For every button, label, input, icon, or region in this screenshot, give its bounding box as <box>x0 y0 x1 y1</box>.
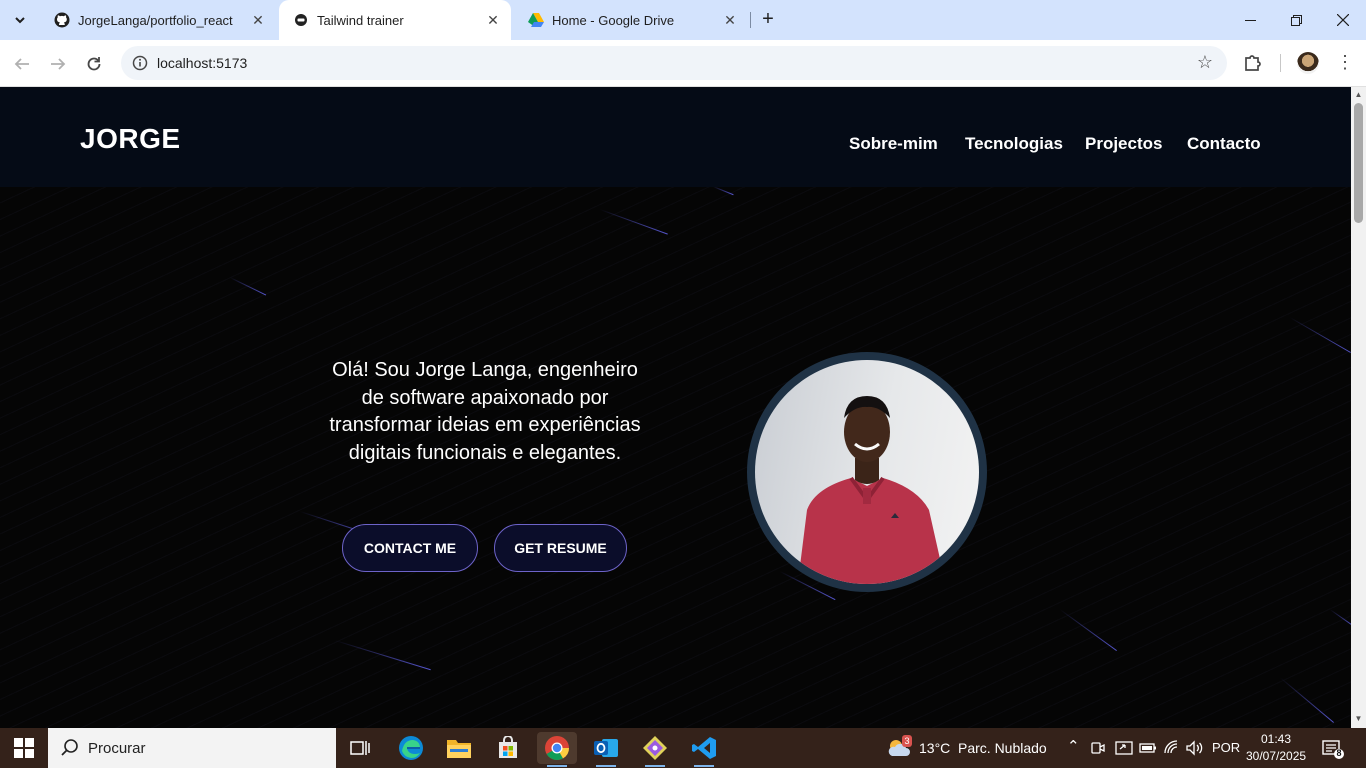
arrow-right-icon <box>51 58 66 70</box>
tab-github[interactable]: JorgeLanga/portfolio_react ✕ <box>40 0 276 40</box>
minimize-button[interactable] <box>1227 0 1273 40</box>
scroll-up-arrow-icon[interactable]: ▲ <box>1354 91 1363 99</box>
weather-temperature[interactable]: 13°C <box>919 740 950 756</box>
close-window-button[interactable] <box>1320 0 1366 40</box>
arrow-left-icon <box>14 58 29 70</box>
task-view-icon[interactable] <box>340 732 380 764</box>
tab-google-drive[interactable]: Home - Google Drive ✕ <box>514 0 748 40</box>
close-icon[interactable]: ✕ <box>483 10 503 30</box>
close-icon <box>1337 14 1349 26</box>
search-placeholder: Procurar <box>88 739 146 757</box>
reload-button[interactable] <box>80 50 108 78</box>
profile-photo <box>755 360 979 584</box>
scrollbar-thumb[interactable] <box>1354 103 1363 223</box>
vscode-icon[interactable] <box>684 732 724 767</box>
weather-description[interactable]: Parc. Nublado <box>958 740 1047 756</box>
taskbar-clock[interactable]: 01:43 30/07/2025 <box>1246 731 1306 765</box>
search-icon <box>61 739 78 756</box>
volume-icon[interactable] <box>1186 740 1204 756</box>
toolbar-separator <box>1280 54 1281 72</box>
new-tab-button[interactable]: + <box>758 9 778 30</box>
nav-link-projectos[interactable]: Projectos <box>1085 134 1162 154</box>
chevron-up-icon[interactable]: ⌃ <box>1067 737 1080 755</box>
git-icon[interactable] <box>635 732 675 767</box>
extensions-icon[interactable] <box>1242 50 1266 74</box>
site-favicon <box>293 12 309 28</box>
site-logo[interactable]: JORGE <box>80 123 181 155</box>
reload-icon <box>87 57 101 71</box>
contact-me-button[interactable]: CONTACT ME <box>342 524 478 572</box>
page-scrollbar[interactable]: ▲ ▼ <box>1351 87 1366 728</box>
more-menu-icon[interactable]: ⋮ <box>1336 50 1354 76</box>
restore-icon <box>1290 14 1302 26</box>
address-bar[interactable]: localhost:5173 ☆ <box>121 46 1227 80</box>
tab-title: JorgeLanga/portfolio_react <box>78 12 233 28</box>
tab-tailwind-trainer[interactable]: Tailwind trainer ✕ <box>279 0 511 40</box>
nav-link-contacto[interactable]: Contacto <box>1187 134 1261 154</box>
screen-share-icon[interactable] <box>1115 740 1133 756</box>
site-info-icon[interactable] <box>129 52 151 74</box>
windows-taskbar: Procurar 3 13°C Parc. Nublado ⌃ POR 01:4… <box>0 728 1366 768</box>
back-button[interactable] <box>8 50 36 78</box>
scroll-down-arrow-icon[interactable]: ▼ <box>1354 715 1363 723</box>
store-icon[interactable] <box>488 732 528 764</box>
minimize-icon <box>1244 19 1256 21</box>
notification-count: 8 <box>1336 748 1342 758</box>
nav-link-tecnologias[interactable]: Tecnologias <box>965 134 1063 154</box>
file-explorer-icon[interactable] <box>439 732 479 764</box>
google-drive-icon <box>528 12 544 28</box>
github-icon <box>54 12 70 28</box>
browser-toolbar: localhost:5173 ☆ <box>0 40 1366 87</box>
tab-title: Home - Google Drive <box>552 12 675 28</box>
battery-icon[interactable] <box>1139 741 1157 755</box>
close-icon[interactable]: ✕ <box>248 10 268 30</box>
tab-title: Tailwind trainer <box>317 12 404 28</box>
url-text[interactable]: localhost:5173 <box>157 55 247 71</box>
windows-start-icon[interactable] <box>14 738 34 758</box>
close-icon[interactable]: ✕ <box>720 10 740 30</box>
tab-separator <box>750 12 751 28</box>
chevron-down-icon <box>15 17 25 24</box>
weather-badge: 3 <box>902 735 912 747</box>
get-resume-button[interactable]: GET RESUME <box>494 524 627 572</box>
bookmark-star-icon[interactable]: ☆ <box>1197 52 1213 73</box>
edge-icon[interactable] <box>391 732 431 764</box>
tab-search-button[interactable] <box>8 8 32 32</box>
hero-intro-text: Olá! Sou Jorge Langa, engenheiro de soft… <box>329 359 641 464</box>
meet-now-icon[interactable] <box>1091 740 1105 756</box>
forward-button[interactable] <box>44 50 72 78</box>
profile-avatar-icon[interactable] <box>1297 52 1319 74</box>
taskbar-search-box[interactable]: Procurar <box>48 728 336 768</box>
clock-time: 01:43 <box>1260 732 1292 746</box>
restore-button[interactable] <box>1273 0 1319 40</box>
hero-background <box>0 187 1351 728</box>
outlook-icon[interactable] <box>586 732 626 767</box>
chrome-icon[interactable] <box>537 732 577 767</box>
clock-date: 30/07/2025 <box>1246 749 1307 763</box>
language-indicator[interactable]: POR <box>1212 740 1240 755</box>
site-header: JORGE Sobre-mim Tecnologias Projectos Co… <box>0 87 1351 187</box>
wifi-icon[interactable] <box>1163 740 1181 756</box>
tab-strip: JorgeLanga/portfolio_react ✕ Tailwind tr… <box>0 0 1366 40</box>
nav-link-sobre-mim[interactable]: Sobre-mim <box>849 134 938 154</box>
web-page: JORGE Sobre-mim Tecnologias Projectos Co… <box>0 87 1351 728</box>
notification-center-icon[interactable]: 8 <box>1322 738 1344 760</box>
profile-photo-frame <box>747 352 987 592</box>
